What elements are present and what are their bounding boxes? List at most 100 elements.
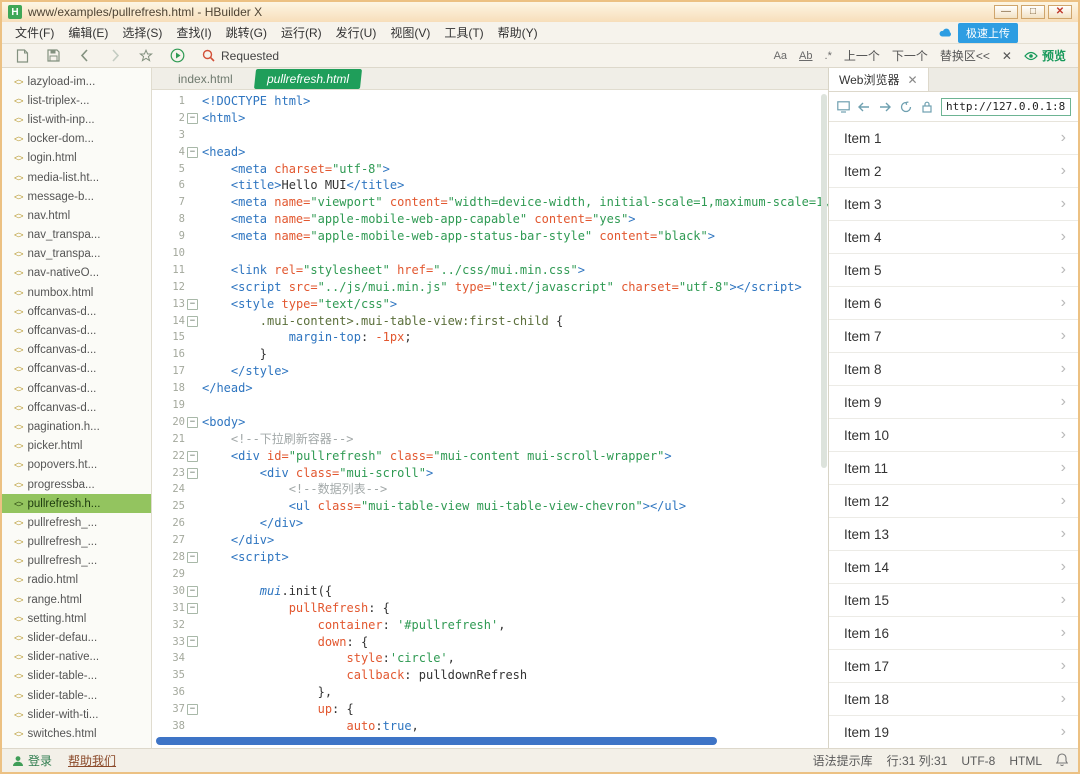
refresh-icon[interactable] [899,100,913,114]
list-item[interactable]: Item 6› [829,287,1078,320]
find-next-button[interactable]: 下一个 [892,47,928,64]
code-line[interactable]: 9 <meta name="apple-mobile-web-app-statu… [152,228,828,245]
file-item[interactable]: <>pullrefresh.h... [2,494,151,513]
close-button[interactable]: ✕ [1048,5,1072,19]
code-line[interactable]: 24 <!--数据列表--> [152,481,828,498]
list-item[interactable]: Item 3› [829,188,1078,221]
star-icon[interactable] [138,48,154,64]
code-line[interactable]: 15 margin-top: -1px; [152,329,828,346]
file-item[interactable]: <>offcanvas-d... [2,302,151,321]
file-item[interactable]: <>slider-table-... [2,667,151,686]
code-line[interactable]: 32 container: '#pullrefresh', [152,617,828,634]
list-item[interactable]: Item 4› [829,221,1078,254]
list-item[interactable]: Item 1› [829,122,1078,155]
file-item[interactable]: <>progressba... [2,475,151,494]
code-line[interactable]: 21 <!--下拉刷新容器--> [152,431,828,448]
help-us-link[interactable]: 帮助我们 [68,752,116,769]
minimize-button[interactable]: — [994,5,1018,19]
fold-marker[interactable]: − [187,468,198,479]
list-item[interactable]: Item 10› [829,419,1078,452]
menu-item[interactable]: 选择(S) [115,22,169,43]
list-item[interactable]: Item 14› [829,551,1078,584]
menu-item[interactable]: 查找(I) [169,22,218,43]
code-line[interactable]: 7 <meta name="viewport" content="width=d… [152,194,828,211]
fold-marker[interactable]: − [187,451,198,462]
file-item[interactable]: <>nav_transpa... [2,245,151,264]
file-item[interactable]: <>message-b... [2,187,151,206]
file-item[interactable]: <>pagination.h... [2,417,151,436]
file-item[interactable]: <>slider-with-ti... [2,705,151,724]
code-line[interactable]: 1<!DOCTYPE html> [152,93,828,110]
match-word-toggle[interactable]: Ab [799,50,812,62]
code-line[interactable]: 10 [152,245,828,262]
file-item[interactable]: <>range.html [2,590,151,609]
find-close-button[interactable]: ✕ [1002,49,1012,63]
replace-expand-button[interactable]: 替换区<< [940,47,990,64]
maximize-button[interactable]: □ [1021,5,1045,19]
code-line[interactable]: 16 } [152,346,828,363]
menu-item[interactable]: 运行(R) [274,22,329,43]
preview-button[interactable]: 预览 [1024,47,1066,64]
code-line[interactable]: 36 }, [152,684,828,701]
syntax-lib-status[interactable]: 语法提示库 [813,752,873,769]
file-item[interactable]: <>slider-native... [2,648,151,667]
fold-marker[interactable]: − [187,552,198,563]
language-mode[interactable]: HTML [1009,754,1042,768]
list-item[interactable]: Item 13› [829,518,1078,551]
file-item[interactable]: <>offcanvas-d... [2,321,151,340]
code-line[interactable]: 4−<head> [152,144,828,161]
file-item[interactable]: <>setting.html [2,609,151,628]
code-line[interactable]: 11 <link rel="stylesheet" href="../css/m… [152,262,828,279]
list-item[interactable]: Item 16› [829,617,1078,650]
run-icon[interactable] [169,48,185,64]
match-case-toggle[interactable]: Aa [774,50,787,62]
list-item[interactable]: Item 15› [829,584,1078,617]
code-line[interactable]: 5 <meta charset="utf-8"> [152,161,828,178]
bell-icon[interactable] [1056,753,1068,769]
editor-vertical-scrollbar[interactable] [821,94,827,468]
menu-item[interactable]: 文件(F) [8,22,61,43]
code-line[interactable]: 26 </div> [152,515,828,532]
menu-item[interactable]: 跳转(G) [219,22,274,43]
code-area[interactable]: 1<!DOCTYPE html>2−<html>34−<head>5 <meta… [152,90,828,748]
code-line[interactable]: 2−<html> [152,110,828,127]
file-item[interactable]: <>list-with-inp... [2,110,151,129]
code-line[interactable]: 13− <style type="text/css"> [152,296,828,313]
file-item[interactable]: <>pullrefresh_... [2,513,151,532]
file-item[interactable]: <>media-list.ht... [2,168,151,187]
browser-panel-tab[interactable]: Web浏览器 ✕ [829,68,929,91]
file-item[interactable]: <>login.html [2,149,151,168]
code-line[interactable]: 17 </style> [152,363,828,380]
list-item[interactable]: Item 12› [829,485,1078,518]
file-item[interactable]: <>picker.html [2,437,151,456]
new-file-icon[interactable] [14,48,30,64]
save-icon[interactable] [45,48,61,64]
editor-horizontal-scrollbar[interactable] [156,737,717,745]
encoding-status[interactable]: UTF-8 [961,754,995,768]
menu-item[interactable]: 视图(V) [383,22,437,43]
file-item[interactable]: <>lazyload-im... [2,72,151,91]
code-line[interactable]: 23− <div class="mui-scroll"> [152,465,828,482]
fold-marker[interactable]: − [187,603,198,614]
menu-item[interactable]: 工具(T) [437,22,490,43]
file-item[interactable]: <>offcanvas-d... [2,398,151,417]
browser-back-icon[interactable] [857,100,871,114]
forward-icon[interactable] [107,48,123,64]
back-icon[interactable] [76,48,92,64]
fold-marker[interactable]: − [187,417,198,428]
file-item[interactable]: <>nav-nativeO... [2,264,151,283]
file-item[interactable]: <>offcanvas-d... [2,341,151,360]
tab-index-html[interactable]: index.html [166,68,245,89]
menu-item[interactable]: 发行(U) [329,22,384,43]
code-line[interactable]: 6 <title>Hello MUI</title> [152,177,828,194]
file-item[interactable]: <>pullrefresh_... [2,533,151,552]
lock-icon[interactable] [920,100,934,114]
code-line[interactable]: 30− mui.init({ [152,583,828,600]
code-line[interactable]: 8 <meta name="apple-mobile-web-app-capab… [152,211,828,228]
list-item[interactable]: Item 19› [829,716,1078,748]
file-item[interactable]: <>nav.html [2,206,151,225]
code-line[interactable]: 38 auto:true, [152,718,828,735]
file-item[interactable]: <>pullrefresh_... [2,552,151,571]
code-line[interactable]: 31− pullRefresh: { [152,600,828,617]
browser-forward-icon[interactable] [878,100,892,114]
